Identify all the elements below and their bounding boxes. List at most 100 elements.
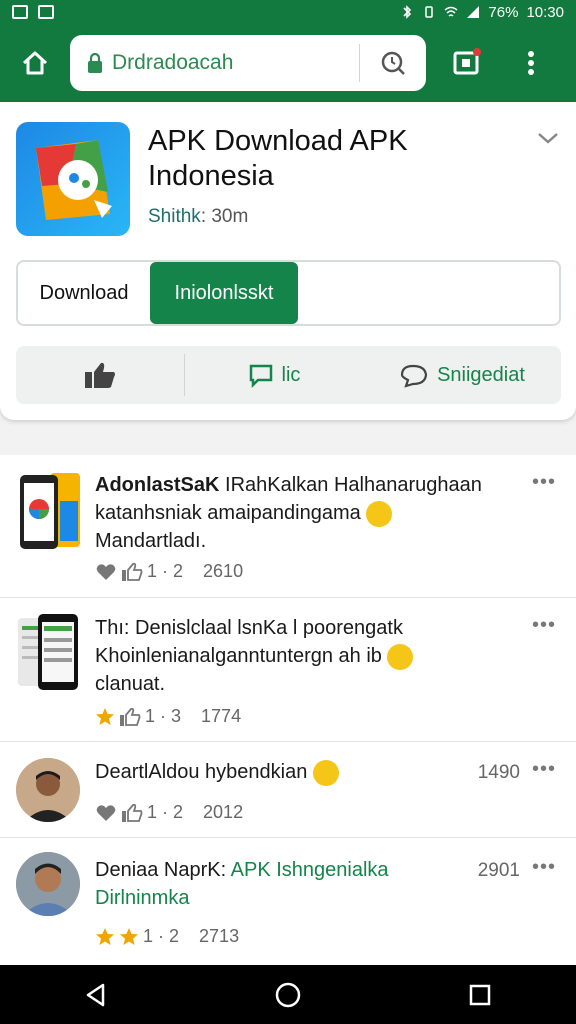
user-avatar-icon	[16, 758, 80, 822]
post-line-1: Deniaa NaprK: APK Ishngenialka	[95, 856, 465, 884]
post-line-1-rest: IRahKalkan Halhanarughaan	[219, 474, 482, 496]
post-stats: 1 · 2 2012	[95, 802, 243, 823]
share-button[interactable]: Sniigediat	[363, 346, 561, 404]
thumbs-up-icon[interactable]	[119, 707, 141, 727]
lock-icon	[88, 52, 102, 73]
post-text: DeartlAldou hybendkian	[95, 758, 465, 786]
star-icon	[96, 927, 114, 945]
app-logo-icon	[36, 140, 112, 220]
home-nav-button[interactable]	[258, 965, 318, 1024]
app-title: APK Download APK Indonesia	[148, 125, 408, 192]
clock: 10:30	[526, 3, 564, 21]
app-icon[interactable]	[16, 122, 130, 236]
post-line-2-text: katanhsniak amaipandingama	[95, 502, 361, 524]
post-reaction-count: 1 · 2	[147, 561, 184, 581]
post-line-2: katanhsniak amaipandingama	[95, 499, 515, 527]
feed-post[interactable]: Thı: Denislclaal lsnKa l poorengatk Khoi…	[0, 598, 576, 742]
star-icon	[120, 927, 138, 945]
post-author: AdonlastSaK	[95, 474, 220, 496]
post-text: Thı: Denislclaal lsnKa l poorengatk Khoi…	[95, 614, 515, 698]
comment-icon	[249, 364, 272, 388]
app-meta-value: : 30m	[200, 206, 249, 227]
post-text: AdonlastSaK IRahKalkan Halhanarughaan ka…	[95, 471, 515, 555]
post-author: Deniaa NaprK:	[95, 859, 227, 881]
home-icon	[22, 51, 48, 75]
recents-icon	[469, 984, 491, 1005]
system-navigation-bar	[0, 965, 576, 1024]
action-row: lic Sniigediat	[16, 346, 561, 404]
image-notification-icon	[12, 5, 28, 19]
post-number: 2901	[477, 860, 520, 881]
app-meta-key: Shithk	[148, 206, 201, 227]
battery-level: 76%	[488, 3, 519, 21]
post-number: 1490	[477, 762, 520, 783]
wifi-icon	[444, 6, 458, 17]
url-text[interactable]: Drdradoacah	[112, 51, 359, 75]
avatar[interactable]	[16, 758, 80, 822]
post-stats: 1 · 3 1774	[95, 706, 241, 727]
thumbs-up-icon[interactable]	[121, 562, 143, 582]
post-reaction-count: 1 · 2	[143, 926, 180, 946]
user-avatar-icon	[16, 852, 80, 916]
chevron-down-icon[interactable]	[534, 124, 562, 152]
more-options-button[interactable]: •••	[532, 614, 556, 637]
avatar[interactable]	[16, 852, 80, 916]
vibrate-icon	[425, 6, 434, 18]
download-buttons: Download Iniolonlsskt	[16, 260, 561, 326]
comment-feed: AdonlastSaK IRahKalkan Halhanarughaan ka…	[0, 455, 576, 965]
address-bar[interactable]: Drdradoacah	[70, 35, 426, 91]
more-vert-icon	[528, 51, 534, 75]
star-icon	[96, 707, 114, 725]
more-options-button[interactable]: •••	[532, 856, 556, 879]
post-stat-value: 2012	[203, 802, 244, 822]
post-text: Deniaa NaprK: APK Ishngenialka Dirlninmk…	[95, 856, 465, 912]
post-line-1: AdonlastSaK IRahKalkan Halhanarughaan	[95, 471, 515, 499]
home-button[interactable]	[0, 24, 70, 102]
message-notification-icon	[38, 5, 54, 19]
back-button[interactable]	[66, 965, 126, 1024]
post-stats: 1 · 2 2610	[95, 561, 243, 582]
post-line-1: DeartlAldou hybendkian	[95, 761, 308, 783]
overflow-menu-button[interactable]	[506, 24, 556, 102]
more-options-button[interactable]: •••	[532, 758, 556, 781]
feed-post[interactable]: Deniaa NaprK: APK Ishngenialka Dirlninmk…	[0, 838, 576, 965]
post-line-2: Khoinlenianalganntuntergn ah ib	[95, 642, 515, 670]
status-bar: 76% 10:30	[0, 0, 576, 24]
feed-post[interactable]: AdonlastSaK IRahKalkan Halhanarughaan ka…	[0, 455, 576, 598]
install-button[interactable]: Iniolonlsskt	[150, 262, 298, 324]
post-link[interactable]: APK Ishngenialka	[226, 859, 389, 881]
tabs-button[interactable]	[426, 24, 506, 102]
post-line-2[interactable]: Dirlninmka	[95, 884, 465, 912]
post-stat-value: 2610	[203, 561, 244, 581]
comment-button[interactable]: lic	[185, 346, 363, 404]
search-button[interactable]	[360, 35, 426, 91]
post-line-1: Thı: Denislclaal lsnKa l poorengatk	[95, 617, 403, 639]
share-label: Sniigediat	[437, 363, 525, 386]
home-circle-icon	[275, 982, 301, 1007]
phone-thumbnail-icon	[18, 614, 78, 690]
recents-button[interactable]	[450, 965, 510, 1024]
emoji-icon	[387, 643, 414, 670]
thumbs-up-icon[interactable]	[121, 803, 143, 823]
back-icon	[86, 983, 105, 1006]
phone-thumbnail-icon	[20, 473, 80, 549]
post-line-3: Mandartladı.	[95, 530, 207, 552]
post-line-2-text: Khoinlenianalganntuntergn ah ib	[95, 645, 382, 667]
post-line-3: clanuat.	[95, 673, 166, 695]
post-stats: 1 · 2 2713	[95, 926, 239, 947]
heart-icon[interactable]	[95, 562, 117, 582]
like-button[interactable]	[16, 346, 184, 404]
bluetooth-icon	[403, 5, 412, 19]
emoji-icon	[366, 500, 393, 527]
download-button[interactable]: Download	[18, 262, 150, 324]
post-reaction-count: 1 · 2	[147, 802, 184, 822]
share-icon	[400, 364, 428, 388]
post-stat-value: 2713	[199, 926, 240, 946]
post-reaction-count: 1 · 3	[145, 706, 182, 726]
post-stat-value: 1774	[201, 706, 242, 726]
feed-post[interactable]: DeartlAldou hybendkian 1490 ••• 1 · 2 20…	[0, 742, 576, 838]
search-icon	[381, 51, 405, 75]
heart-icon[interactable]	[95, 803, 117, 823]
comment-label: lic	[281, 363, 301, 386]
more-options-button[interactable]: •••	[532, 471, 556, 494]
